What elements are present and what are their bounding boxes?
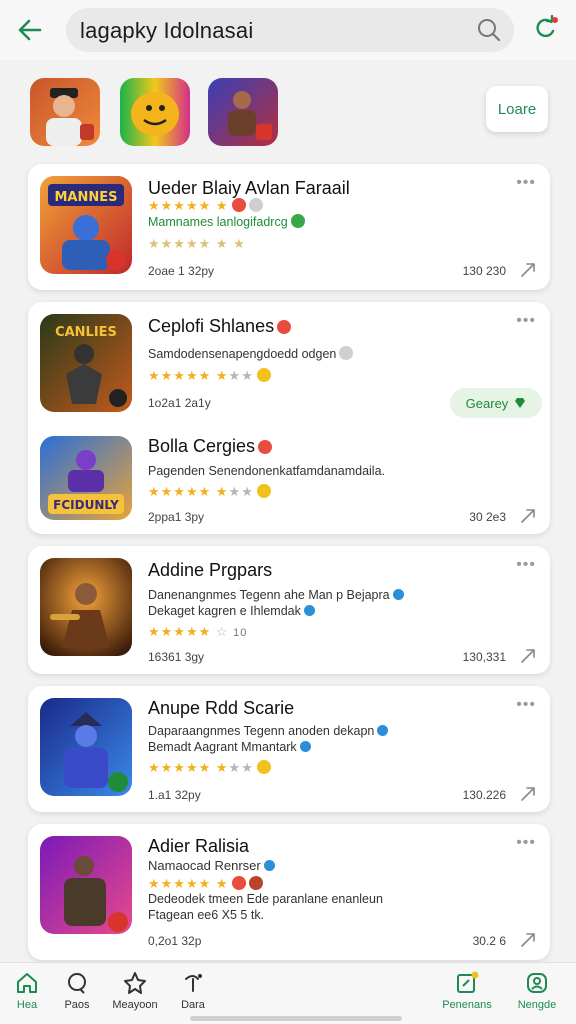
- app-card[interactable]: Addine Prgpars ••• Danenangnmes Tegenn a…: [28, 546, 550, 674]
- app-meta: 16361 3gy: [148, 650, 205, 664]
- profile-icon: [527, 973, 547, 993]
- app-card[interactable]: Adier Ralisia ••• Namaocad Renrser ★★★★★…: [28, 824, 550, 960]
- top-bar: lagapky Idolnasai: [0, 0, 576, 60]
- app-subtitle: Danenangnmes Tegenn ahe Man p Bejapra: [148, 588, 404, 602]
- app-icon[interactable]: CANLIES: [40, 314, 132, 412]
- app-count: 30 2e3: [469, 510, 506, 524]
- app-subtitle-2: Dekaget kagren e Ihlemdak: [148, 604, 315, 618]
- featured-app-icon-2[interactable]: [120, 78, 190, 146]
- home-icon: [17, 973, 37, 993]
- app-subtitle: Pagenden Senendonenkatfamdanamdaila.: [148, 464, 385, 478]
- nav-label: Penenans: [442, 999, 492, 1011]
- nav-edit[interactable]: Penenans: [432, 971, 502, 1011]
- app-meta: 2ppa1 3py: [148, 510, 205, 524]
- app-title[interactable]: Ceplofi Shlanes: [148, 316, 292, 337]
- share-icon[interactable]: [520, 262, 536, 278]
- search-icon[interactable]: [476, 17, 502, 43]
- bottom-navigation: Hea Paos Meayoon Dara Penenans Nengde: [0, 962, 576, 1024]
- rating-stars: ★★★★★ ★ ★: [148, 236, 246, 251]
- app-subtitle: Mamnames lanlogifadrcg: [148, 214, 305, 229]
- share-icon[interactable]: [520, 786, 536, 802]
- rating-stars: ★★★★★ ★: [148, 876, 263, 892]
- more-options-icon[interactable]: •••: [516, 696, 536, 714]
- app-title[interactable]: Adier Ralisia: [148, 836, 249, 857]
- app-meta: 1.a1 32py: [148, 788, 201, 802]
- star-icon: [124, 972, 146, 994]
- nav-profile[interactable]: Nengde: [502, 971, 572, 1011]
- nav-label: Dara: [181, 999, 205, 1011]
- rating-stars: ★★★★★ ☆ 10: [148, 624, 248, 639]
- gem-icon: [515, 398, 526, 408]
- more-options-icon[interactable]: •••: [516, 834, 536, 852]
- app-icon[interactable]: MANNES: [40, 176, 132, 274]
- refresh-icon[interactable]: [530, 12, 562, 44]
- rating-stars: ★★★★★ ★★★: [148, 368, 271, 384]
- app-card[interactable]: CANLIES Ceplofi Shlanes ••• Samdodensena…: [28, 302, 550, 534]
- app-title[interactable]: Bolla Cergies: [148, 436, 273, 457]
- app-icon-label: FCIDUNLY: [53, 498, 119, 512]
- app-count: 130,331: [462, 650, 506, 664]
- app-card[interactable]: MANNES Ueder Blaiy Avlan Faraail ••• ★★★…: [28, 164, 550, 290]
- nav-music[interactable]: Dara: [158, 971, 228, 1011]
- search-input[interactable]: lagapky Idolnasai: [66, 8, 514, 52]
- app-title[interactable]: Ueder Blaiy Avlan Faraail: [148, 178, 350, 199]
- music-icon: [185, 974, 202, 992]
- app-title[interactable]: Anupe Rdd Scarie: [148, 698, 294, 719]
- app-count: 130 230: [462, 264, 506, 278]
- app-card[interactable]: Anupe Rdd Scarie ••• Daparaangnmes Tegen…: [28, 686, 550, 812]
- rating-stars: ★★★★★ ★★★: [148, 760, 271, 776]
- app-subtitle-2: Bemadt Aagrant Mmantark: [148, 740, 311, 754]
- nav-label: Nengde: [517, 999, 557, 1011]
- app-icon-label: MANNES: [54, 190, 117, 205]
- share-icon[interactable]: [520, 648, 536, 664]
- app-icon[interactable]: [40, 698, 132, 796]
- app-subtitle: Daparaangnmes Tegenn anoden dekapn: [148, 724, 389, 738]
- chat-icon: [68, 973, 86, 994]
- app-meta: 1o2a1 2a1y: [148, 396, 211, 410]
- app-icon[interactable]: FCIDUNLY: [40, 436, 132, 520]
- get-button[interactable]: Gearey: [450, 388, 542, 418]
- app-icon[interactable]: [40, 558, 132, 656]
- app-title[interactable]: Addine Prgpars: [148, 560, 272, 581]
- nav-label: Hea: [16, 999, 38, 1011]
- home-indicator[interactable]: [190, 1016, 402, 1021]
- app-meta: 0,2o1 32p: [148, 934, 202, 948]
- share-icon[interactable]: [520, 508, 536, 524]
- load-more-button[interactable]: Loare: [486, 86, 548, 132]
- rating-stars: ★★★★★ ★: [148, 198, 263, 214]
- back-arrow-icon[interactable]: [14, 14, 46, 46]
- app-count: 30.2 6: [472, 934, 506, 948]
- app-description-2: Ftagean ee6 X5 5 tk.: [148, 908, 265, 922]
- nav-label: Paos: [64, 999, 90, 1011]
- more-options-icon[interactable]: •••: [516, 312, 536, 330]
- more-options-icon[interactable]: •••: [516, 556, 536, 574]
- share-icon[interactable]: [520, 932, 536, 948]
- app-subtitle: Namaocad Renrser: [148, 858, 275, 873]
- featured-app-icon-1[interactable]: [30, 78, 100, 146]
- more-options-icon[interactable]: •••: [516, 174, 536, 192]
- search-query: lagapky Idolnasai: [80, 18, 254, 43]
- nav-label: Meayoon: [112, 999, 158, 1011]
- app-meta: 2oae 1 32py: [148, 264, 215, 278]
- edit-icon: [457, 971, 479, 993]
- app-count: 130.226: [462, 788, 506, 802]
- app-icon-label: CANLIES: [55, 325, 117, 340]
- app-description: Dedeodek tmeen Ede paranlane enanleun: [148, 892, 383, 906]
- rating-stars: ★★★★★ ★★★: [148, 484, 271, 500]
- featured-app-icon-3[interactable]: [208, 78, 278, 146]
- app-subtitle: Samdodensenapengdoedd odgen: [148, 346, 354, 361]
- app-icon[interactable]: [40, 836, 132, 934]
